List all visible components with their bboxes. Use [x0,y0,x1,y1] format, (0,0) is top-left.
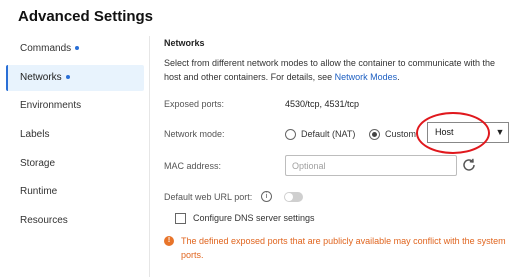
modified-dot-icon [65,75,70,80]
sidebar-item-label: Labels [20,129,50,140]
sidebar-item-runtime[interactable]: Runtime [6,179,144,205]
default-web-url-toggle[interactable] [284,192,303,202]
modified-dot-icon [75,46,80,51]
sidebar-item-commands[interactable]: Commands [6,36,144,62]
mac-address-input[interactable] [285,155,457,176]
info-icon[interactable]: i [261,191,272,202]
description-text: Select from different network modes to a… [164,58,495,82]
network-mode-label: Network mode: [164,129,225,139]
dns-settings-label: Configure DNS server settings [193,213,315,223]
sidebar: Commands Networks Environments Labels St… [0,36,150,277]
network-mode-default-label: Default (NAT) [301,129,356,139]
sidebar-item-label: Networks [20,72,62,83]
network-modes-link[interactable]: Network Modes [335,72,398,82]
network-mode-custom-radio[interactable] [369,129,380,140]
sidebar-item-networks[interactable]: Networks [6,65,144,91]
sidebar-item-label: Resources [20,215,68,226]
section-description: Select from different network modes to a… [164,56,509,84]
mac-address-label: MAC address: [164,161,222,171]
network-mode-custom-label: Custom [385,129,417,139]
description-end: . [397,72,400,82]
networks-panel: Networks Select from different network m… [164,0,520,277]
sidebar-item-environments[interactable]: Environments [6,93,144,119]
sidebar-item-label: Runtime [20,186,58,197]
sidebar-item-label: Environments [20,100,82,111]
page-title: Advanced Settings [18,8,154,25]
exposed-ports-value: 4530/tcp, 4531/tcp [285,99,360,109]
warning-icon: ! [164,236,174,246]
default-web-url-label: Default web URL port: [164,192,253,202]
dns-settings-checkbox[interactable] [175,213,186,224]
exposed-ports-label: Exposed ports: [164,99,225,109]
sidebar-item-label: Storage [20,158,56,169]
refresh-icon[interactable] [461,157,477,173]
network-mode-default-radio[interactable] [285,129,296,140]
sidebar-item-labels[interactable]: Labels [6,122,144,148]
chevron-down-icon[interactable]: ▼ [491,122,509,143]
ports-warning-text: The defined exposed ports that are publi… [181,236,506,260]
sidebar-item-label: Commands [20,43,72,54]
sidebar-item-storage[interactable]: Storage [6,151,144,177]
sidebar-item-resources[interactable]: Resources [6,208,144,234]
section-title: Networks [164,38,205,48]
